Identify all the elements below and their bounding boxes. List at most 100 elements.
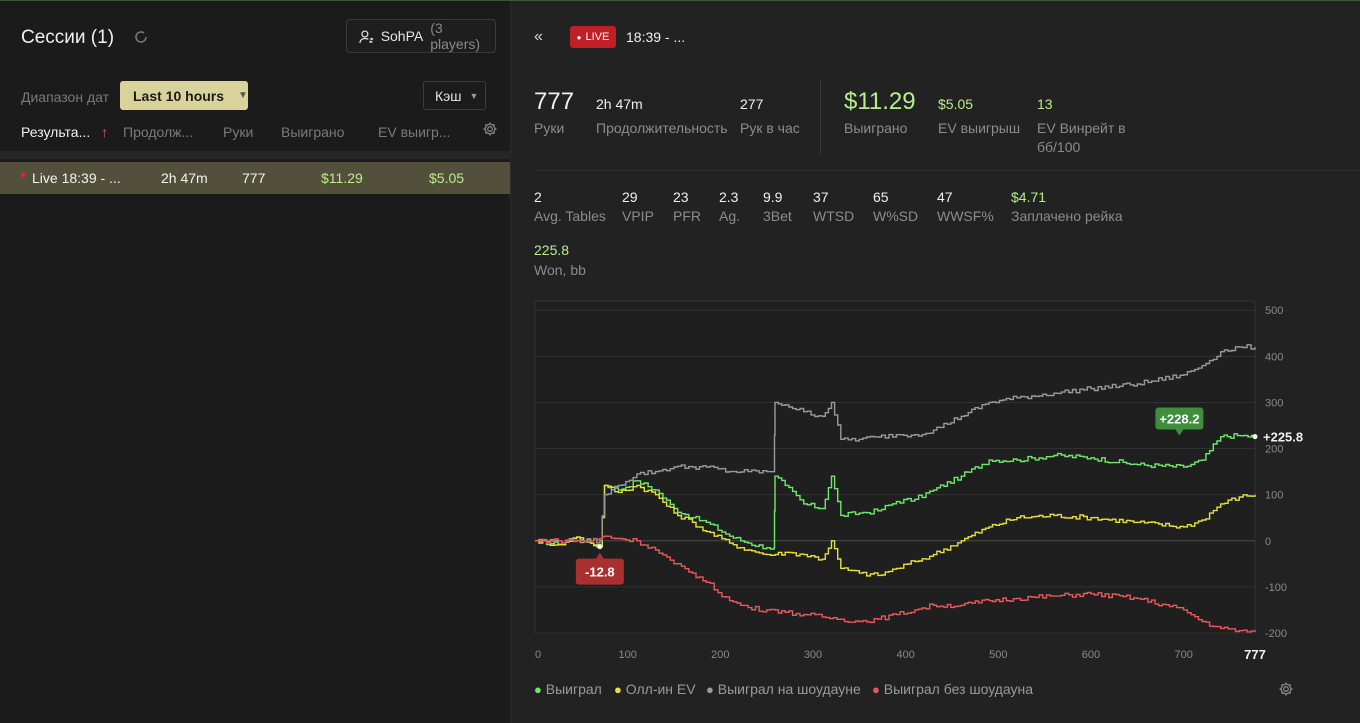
stat-hands-value: 777 [534, 88, 575, 115]
y-tick-label: 200 [1265, 444, 1283, 456]
live-badge-label: LIVE [585, 31, 610, 43]
stat-ev-winrate-unit: бб/100 [1037, 139, 1081, 155]
column-header-duration[interactable]: Продолж... [123, 124, 193, 140]
stat-rake-label: Заплачено рейка [1011, 208, 1123, 224]
player-selector-button[interactable]: SohPA (3 players) [346, 19, 496, 53]
legend-dot-icon: ● [706, 682, 714, 697]
y-tick-label: 500 [1265, 305, 1283, 317]
live-dot-icon: ● [20, 169, 27, 181]
gear-icon[interactable] [482, 121, 498, 137]
stat-hands-label: Руки [534, 120, 565, 136]
stat-won-bb-label: Won, bb [534, 262, 586, 278]
session-duration: 2h 47m [161, 170, 208, 186]
x-tick-label: 0 [535, 649, 541, 661]
stat-hands-per-hour-value: 277 [740, 96, 764, 112]
legend-item-non-showdown[interactable]: ● Выиграл без шоудауна [872, 681, 1033, 697]
stat-wtsd-value: 37 [813, 189, 829, 205]
stat-ev-winrate-label: EV Винрейт в [1037, 120, 1126, 136]
stat-ag-label: Ag. [719, 208, 741, 224]
player-name: SohPA [380, 28, 424, 44]
x-tick-label: 200 [711, 649, 729, 661]
legend-label: Выиграл на шоудауне [717, 681, 861, 697]
session-won: $11.29 [321, 170, 363, 186]
column-header-won[interactable]: Выиграно [281, 124, 344, 140]
stat-wwsf-value: 47 [937, 189, 953, 205]
session-hands: 777 [242, 170, 266, 186]
min-point-marker [597, 544, 603, 550]
stat-duration-value: 2h 47m [596, 96, 643, 112]
y-tick-label: -100 [1265, 582, 1287, 594]
max-label: +228.2 [1159, 412, 1199, 427]
stat-won-value: $11.29 [844, 88, 916, 115]
stat-rake-value: $4.71 [1011, 189, 1047, 205]
legend-dot-icon: ● [614, 682, 622, 697]
min-label: -12.8 [585, 565, 615, 580]
stat-won-bb-value: 225.8 [534, 242, 570, 258]
stat-duration-label: Продолжительность [596, 120, 728, 136]
session-ev-won: $5.05 [429, 170, 465, 186]
refresh-icon[interactable] [133, 29, 149, 45]
game-type-dropdown[interactable]: Кэш ▼ [423, 81, 486, 110]
stat-avg-tables-label: Avg. Tables [534, 208, 606, 224]
y-tick-label: 0 [1265, 536, 1271, 548]
column-header-label: Результа... [21, 124, 91, 140]
session-name: Live 18:39 - ... [32, 170, 121, 186]
stat-ev-winrate-value: 13 [1037, 96, 1053, 112]
y-tick-label: 100 [1265, 490, 1283, 502]
x-tick-label: 500 [989, 649, 1007, 661]
legend-item-won[interactable]: ● Выиграл [534, 681, 602, 697]
stat-ag-value: 2.3 [719, 189, 739, 205]
collapse-panel-icon[interactable]: « [534, 28, 543, 46]
stat-wsd-value: 65 [873, 189, 889, 205]
game-type-value: Кэш [435, 87, 462, 104]
column-header-result[interactable]: Результа... ↑ [21, 124, 108, 140]
x-tick-label: 600 [1082, 649, 1100, 661]
end-value-label: +225.8 [1263, 430, 1303, 445]
session-title: 18:39 - ... [626, 29, 686, 45]
legend-item-showdown[interactable]: ● Выиграл на шоудауне [706, 681, 861, 697]
column-header-hands[interactable]: Руки [223, 124, 253, 140]
stat-wwsf-label: WWSF% [937, 208, 994, 224]
gear-icon[interactable] [1278, 681, 1294, 697]
legend-label: Выиграл без шоудауна [883, 681, 1034, 697]
stat-won-label: Выиграно [844, 120, 908, 136]
session-row[interactable]: ● Live 18:39 - ... 2h 47m 777 $11.29 $5.… [0, 162, 510, 194]
stat-vpip-label: VPIP [622, 208, 654, 224]
legend-dot-icon: ● [534, 682, 542, 697]
y-tick-label: -200 [1265, 628, 1287, 640]
date-range-label: Диапазон дат [21, 89, 110, 105]
stat-avg-tables-value: 2 [534, 189, 542, 205]
results-chart: 500 400 300 200 100 0 -100 -200 0 100 200 300 400 500… [534, 300, 1303, 662]
y-tick-label: 400 [1265, 351, 1283, 363]
x-tick-label: 400 [896, 649, 914, 661]
stat-3bet-label: 3Bet [763, 208, 792, 224]
stat-wtsd-label: WTSD [813, 208, 855, 224]
user-switch-icon [359, 29, 374, 43]
date-range-dropdown[interactable]: Last 10 hours ▼ [120, 81, 248, 110]
legend-item-allin-ev[interactable]: ● Олл-ин EV [614, 681, 696, 697]
chevron-down-icon: ▼ [469, 90, 479, 101]
stat-pfr-value: 23 [673, 189, 689, 205]
x-tick-label: 300 [804, 649, 822, 661]
stats-divider [820, 80, 821, 154]
legend-label: Олл-ин EV [625, 681, 696, 697]
x-end-label: 777 [1244, 647, 1266, 662]
end-point-marker [1252, 434, 1258, 440]
live-badge: ● LIVE [570, 26, 616, 48]
stat-ev-won-label: EV выигрыш [938, 120, 1021, 136]
legend-dot-icon: ● [872, 682, 880, 697]
plot-area [534, 300, 1256, 634]
sort-arrow-icon: ↑ [101, 124, 109, 140]
x-tick-label: 100 [618, 649, 636, 661]
live-dot-icon: ● [576, 32, 582, 42]
player-count: (3 players) [430, 20, 481, 52]
chevron-down-icon: ▼ [238, 90, 248, 101]
column-header-ev-won[interactable]: EV выигр... [378, 124, 450, 140]
table-header-separator [0, 151, 510, 159]
stat-3bet-value: 9.9 [763, 189, 783, 205]
y-tick-label: 300 [1265, 397, 1283, 409]
stat-vpip-value: 29 [622, 189, 638, 205]
stats-separator [534, 170, 1360, 171]
x-tick-label: 700 [1174, 649, 1192, 661]
stat-pfr-label: PFR [673, 208, 701, 224]
